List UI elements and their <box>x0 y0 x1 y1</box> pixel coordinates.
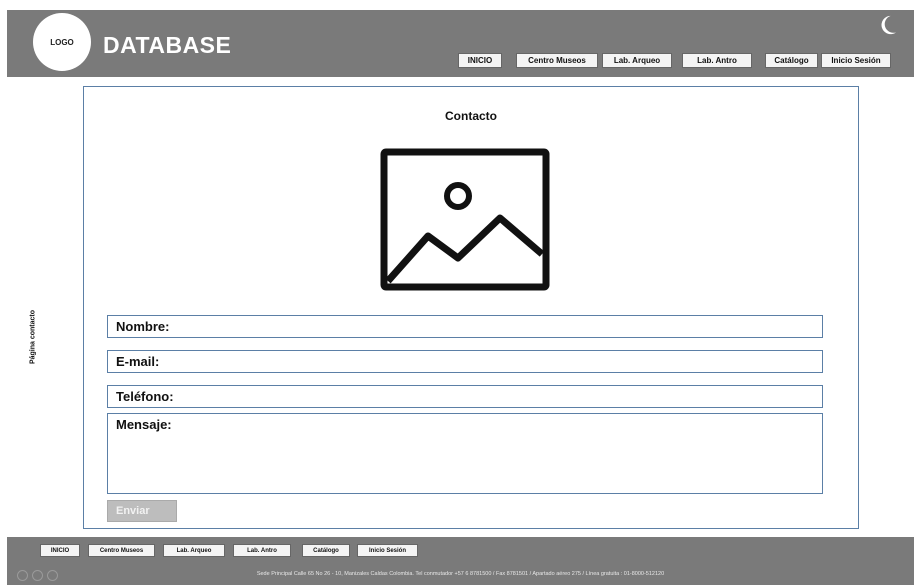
page-title: Contacto <box>445 109 497 123</box>
nav-catalogo[interactable]: Catálogo <box>765 53 818 68</box>
nav-inicio[interactable]: INICIO <box>458 53 502 68</box>
page-label: Página contacto <box>29 309 37 365</box>
brand-title: DATABASE <box>103 32 232 58</box>
footer: INICIO Centro Museos Lab. Arqueo Lab. An… <box>7 537 914 585</box>
moon-icon[interactable] <box>876 14 898 36</box>
header: LOGO DATABASE INICIO Centro Museos Lab. … <box>7 10 914 77</box>
footer-nav-inicio-sesion[interactable]: Inicio Sesión <box>357 544 418 557</box>
footer-nav-centro-museos[interactable]: Centro Museos <box>88 544 155 557</box>
phone-label: Teléfono: <box>116 389 174 404</box>
footer-nav-lab-arqueo[interactable]: Lab. Arqueo <box>163 544 225 557</box>
logo[interactable]: LOGO <box>33 13 91 71</box>
send-button[interactable]: Enviar <box>107 500 177 522</box>
footer-address: Sede Principal Calle 65 No 26 - 10, Mani… <box>256 571 665 577</box>
image-placeholder-icon <box>380 148 550 291</box>
footer-nav-catalogo[interactable]: Catálogo <box>302 544 350 557</box>
email-field[interactable]: E-mail: <box>107 350 823 373</box>
email-label: E-mail: <box>116 354 160 369</box>
logo-text: LOGO <box>50 37 74 47</box>
name-field[interactable]: Nombre: <box>107 315 823 338</box>
nav-lab-arqueo[interactable]: Lab. Arqueo <box>602 53 672 68</box>
footer-nav-inicio[interactable]: INICIO <box>40 544 80 557</box>
footer-nav-lab-antro[interactable]: Lab. Antro <box>233 544 291 557</box>
page: LOGO DATABASE INICIO Centro Museos Lab. … <box>0 0 914 585</box>
nav-lab-antro[interactable]: Lab. Antro <box>682 53 752 68</box>
nav-inicio-sesion[interactable]: Inicio Sesión <box>821 53 891 68</box>
name-label: Nombre: <box>116 319 170 334</box>
message-field[interactable]: Mensaje: <box>107 413 823 494</box>
nav-centro-museos[interactable]: Centro Museos <box>516 53 598 68</box>
message-label: Mensaje: <box>116 417 172 432</box>
phone-field[interactable]: Teléfono: <box>107 385 823 408</box>
contact-panel: Contacto Nombre: E-mail: Teléfono: Mensa… <box>83 86 859 529</box>
